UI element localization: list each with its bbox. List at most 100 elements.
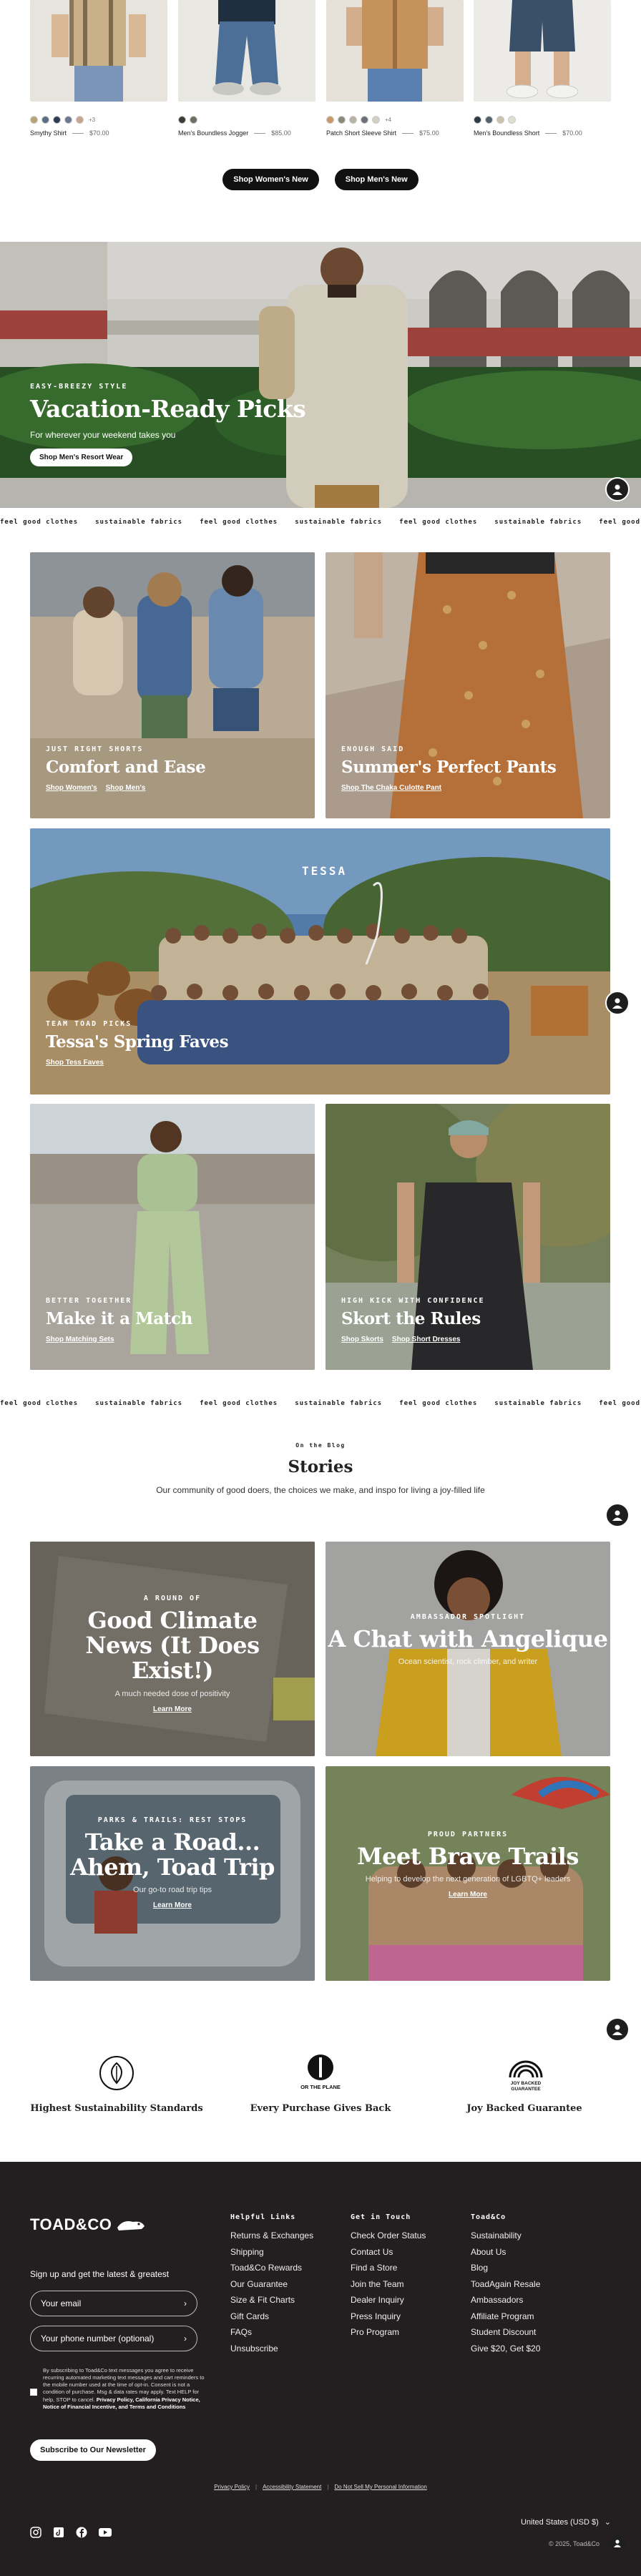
- chat-button[interactable]: [605, 477, 630, 501]
- footer-link[interactable]: Give $20, Get $20: [471, 2344, 540, 2354]
- color-swatch[interactable]: [326, 116, 334, 124]
- product-price: $75.00: [419, 129, 439, 137]
- shop-culotte-link[interactable]: Shop The Chaka Culotte Pant: [341, 784, 441, 792]
- footer-link[interactable]: Gift Cards: [230, 2311, 313, 2321]
- footer-link[interactable]: ToadAgain Resale: [471, 2279, 540, 2289]
- footer-link[interactable]: Pro Program: [351, 2327, 426, 2337]
- accessibility-link[interactable]: Accessibility Statement: [263, 2484, 321, 2490]
- shop-matching-sets-link[interactable]: Shop Matching Sets: [46, 1336, 114, 1343]
- footer-link[interactable]: Returns & Exchanges: [230, 2230, 313, 2240]
- story-card[interactable]: Ambassador Spotlight A Chat with Angeliq…: [326, 1542, 610, 1756]
- footer-link[interactable]: Unsubscribe: [230, 2344, 313, 2354]
- story-card[interactable]: Parks & Trails: Rest Stops Take a Road..…: [30, 1766, 315, 1981]
- promo-tile-shorts[interactable]: Just Right Shorts Comfort and Ease Shop …: [30, 552, 315, 818]
- product-card[interactable]: +4 Patch Short Sleeve Shirt $75.00: [326, 0, 464, 137]
- learn-more-link[interactable]: Learn More: [326, 1891, 610, 1899]
- product-image[interactable]: [178, 0, 315, 102]
- shop-tess-faves-link[interactable]: Shop Tess Faves: [46, 1059, 104, 1067]
- product-image[interactable]: [30, 0, 167, 102]
- toadco-logo[interactable]: TOAD&CO: [30, 2215, 146, 2234]
- shop-mens-new-button[interactable]: Shop Men's New: [334, 169, 419, 190]
- color-swatch[interactable]: [76, 116, 84, 124]
- footer-link[interactable]: Blog: [471, 2263, 540, 2273]
- shop-resort-wear-button[interactable]: Shop Men's Resort Wear: [30, 449, 133, 466]
- story-card[interactable]: A Round of Good Climate News (It Does Ex…: [30, 1542, 315, 1756]
- footer-link[interactable]: Join the Team: [351, 2279, 426, 2289]
- shop-short-dresses-link[interactable]: Shop Short Dresses: [392, 1336, 461, 1343]
- hero-banner[interactable]: Easy-Breezy Style Vacation-Ready Picks F…: [0, 242, 641, 508]
- product-image[interactable]: [474, 0, 611, 102]
- footer-link[interactable]: Ambassadors: [471, 2295, 540, 2305]
- promo-tile-skort[interactable]: High Kick With Confidence Skort the Rule…: [326, 1104, 610, 1370]
- color-swatch[interactable]: [361, 116, 368, 124]
- color-swatch[interactable]: [485, 116, 493, 124]
- chat-button[interactable]: [605, 2017, 630, 2042]
- tiktok-icon[interactable]: [53, 2527, 64, 2538]
- product-name[interactable]: Patch Short Sleeve Shirt: [326, 129, 396, 137]
- footer-link[interactable]: Contact Us: [351, 2247, 426, 2257]
- chat-button[interactable]: [605, 1503, 630, 1527]
- phone-field[interactable]: Your phone number (optional) ›: [30, 2326, 197, 2351]
- footer-link[interactable]: Sustainability: [471, 2230, 540, 2240]
- person-icon: [612, 484, 622, 495]
- subscribe-newsletter-button[interactable]: Subscribe to Our Newsletter: [30, 2439, 156, 2461]
- legal-links: Privacy Policy | Accessibility Statement |…: [214, 2484, 427, 2490]
- footer-link[interactable]: Dealer Inquiry: [351, 2295, 426, 2305]
- privacy-policy-link[interactable]: Privacy Policy: [214, 2484, 250, 2490]
- email-field[interactable]: Your email ›: [30, 2291, 197, 2316]
- footer-link[interactable]: Press Inquiry: [351, 2311, 426, 2321]
- color-swatch[interactable]: [508, 116, 516, 124]
- color-swatch[interactable]: [41, 116, 49, 124]
- promo-tile-match[interactable]: Better Together Make it a Match Shop Mat…: [30, 1104, 315, 1370]
- color-swatch[interactable]: [496, 116, 504, 124]
- shop-skorts-link[interactable]: Shop Skorts: [341, 1336, 383, 1343]
- promo-tile-team[interactable]: TESSA Team Toad Picks Tessa's Spring Fav…: [30, 828, 610, 1094]
- product-name[interactable]: Men's Boundless Jogger: [178, 129, 248, 137]
- color-swatch[interactable]: [190, 116, 197, 124]
- color-swatch[interactable]: [474, 116, 481, 124]
- chat-button[interactable]: [608, 2534, 627, 2552]
- product-name[interactable]: Men's Boundless Short: [474, 129, 539, 137]
- footer-link[interactable]: Student Discount: [471, 2327, 540, 2337]
- color-swatch[interactable]: [349, 116, 357, 124]
- footer-link[interactable]: Size & Fit Charts: [230, 2295, 313, 2305]
- learn-more-link[interactable]: Learn More: [30, 1705, 315, 1713]
- learn-more-link[interactable]: Learn More: [30, 1901, 315, 1909]
- color-swatch[interactable]: [338, 116, 346, 124]
- shop-womens-new-button[interactable]: Shop Women's New: [222, 169, 319, 190]
- color-swatch[interactable]: [30, 116, 38, 124]
- youtube-icon[interactable]: [99, 2527, 112, 2538]
- product-name[interactable]: Smythy Shirt: [30, 129, 67, 137]
- footer-link[interactable]: Our Guarantee: [230, 2279, 313, 2289]
- story-subtitle: A much needed dose of positivity: [114, 1689, 230, 1698]
- product-card[interactable]: +3 Smythy Shirt $70.00: [30, 0, 167, 137]
- shop-womens-link[interactable]: Shop Women's: [46, 784, 97, 792]
- footer-link[interactable]: Affiliate Program: [471, 2311, 540, 2321]
- product-image[interactable]: [326, 0, 464, 102]
- promo-tile-pants[interactable]: Enough Said Summer's Perfect Pants Shop …: [326, 552, 610, 818]
- color-swatch[interactable]: [53, 116, 61, 124]
- region-selector[interactable]: United States (USD $) ⌄: [521, 2517, 611, 2527]
- story-card[interactable]: Proud Partners Meet Brave Trails Helping…: [326, 1766, 610, 1981]
- product-card[interactable]: Men's Boundless Short $70.00: [474, 0, 611, 137]
- do-not-sell-link[interactable]: Do Not Sell My Personal Information: [334, 2484, 426, 2490]
- color-swatch[interactable]: [178, 116, 186, 124]
- shop-mens-link[interactable]: Shop Men's: [106, 784, 146, 792]
- chat-button[interactable]: [605, 991, 630, 1015]
- footer-link[interactable]: FAQs: [230, 2327, 313, 2337]
- product-card[interactable]: Men's Boundless Jogger $85.00: [178, 0, 315, 137]
- footer-link[interactable]: Find a Store: [351, 2263, 426, 2273]
- badge: Highest Sustainability Standards: [24, 2053, 210, 2114]
- more-colors[interactable]: +3: [89, 117, 95, 123]
- facebook-icon[interactable]: [76, 2527, 87, 2538]
- footer-link[interactable]: Check Order Status: [351, 2230, 426, 2240]
- instagram-icon[interactable]: [30, 2527, 41, 2538]
- color-swatch[interactable]: [372, 116, 380, 124]
- more-colors[interactable]: +4: [385, 117, 391, 123]
- color-swatch[interactable]: [64, 116, 72, 124]
- footer-link[interactable]: Toad&Co Rewards: [230, 2263, 313, 2273]
- footer-link[interactable]: Shipping: [230, 2247, 313, 2257]
- footer-link[interactable]: About Us: [471, 2247, 540, 2257]
- consent-checkbox[interactable]: [30, 2389, 37, 2396]
- story-title: Meet Brave Trails: [357, 1843, 579, 1870]
